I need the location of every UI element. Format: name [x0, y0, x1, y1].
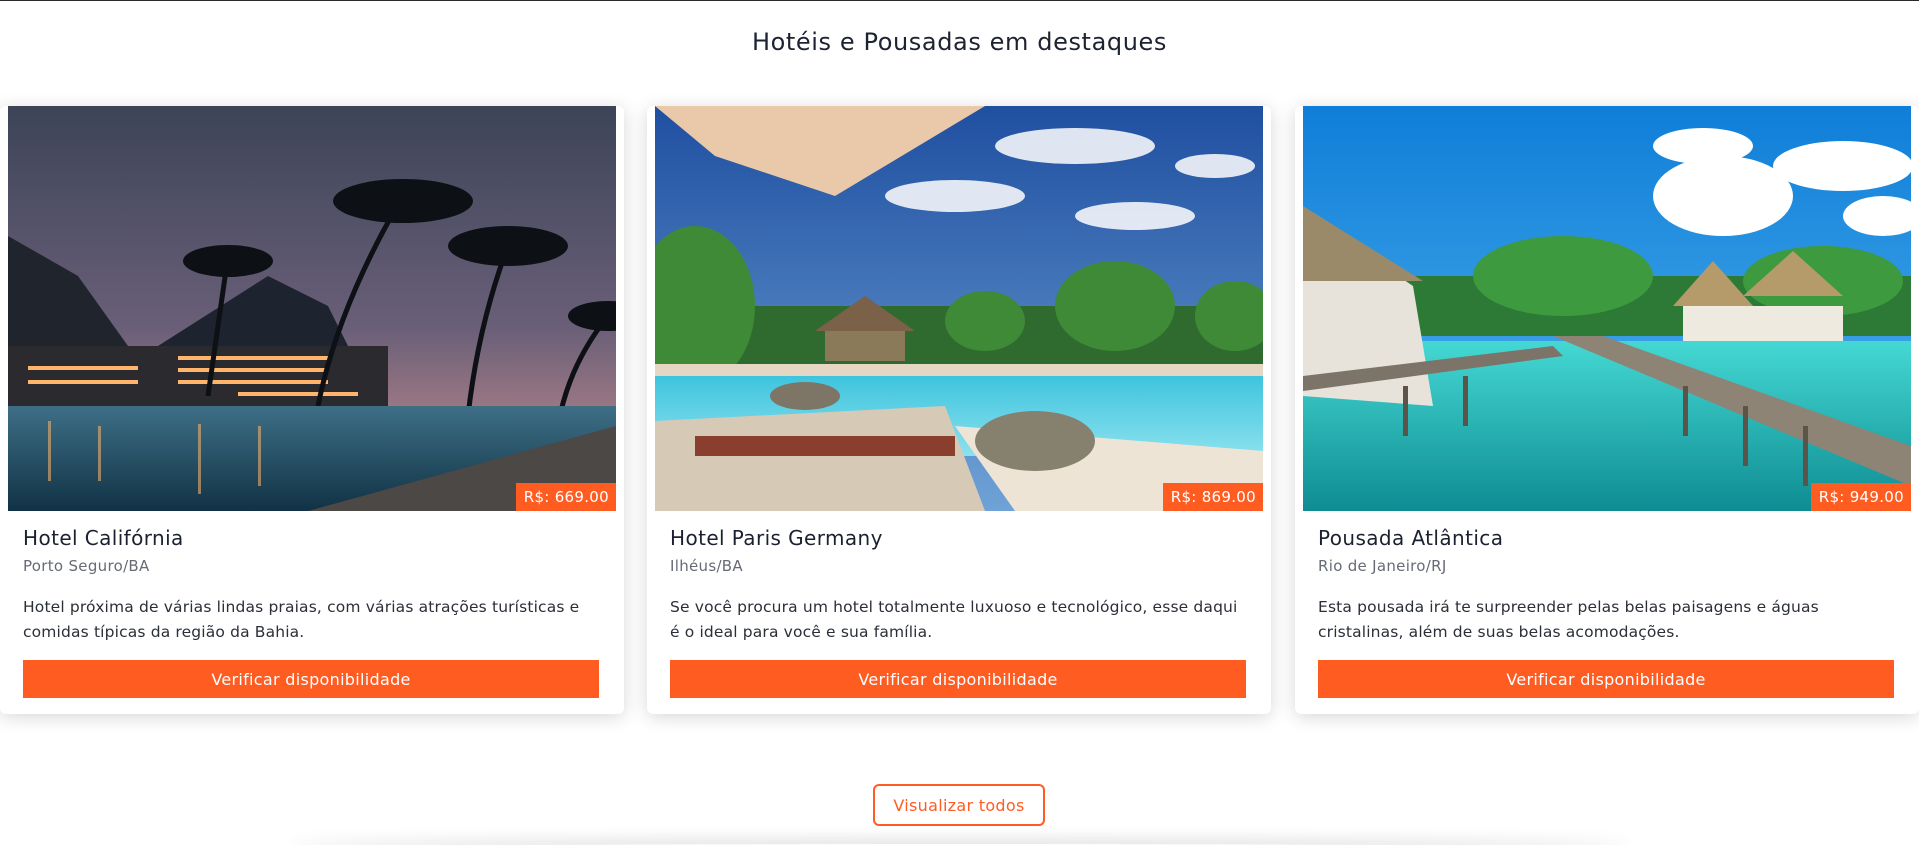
resort-pool-umbrella-photo: R$: 869.00: [655, 106, 1263, 511]
section-title: Hotéis e Pousadas em destaques: [751, 28, 1167, 56]
hotel-name: Hotel Paris Germany: [670, 526, 883, 550]
price-badge: R$: 869.00: [1162, 483, 1263, 511]
price-badge: R$: 669.00: [515, 483, 616, 511]
check-availability-button[interactable]: Verificar disponibilidade: [23, 660, 599, 698]
hotel-description: Se você procura um hotel totalmente luxu…: [670, 598, 1238, 641]
view-all-button[interactable]: Visualizar todos: [873, 784, 1045, 826]
hotel-location: Porto Seguro/BA: [23, 557, 150, 575]
check-availability-button[interactable]: Verificar disponibilidade: [670, 660, 1246, 698]
hotel-description: Hotel próxima de várias lindas praias, c…: [23, 598, 580, 641]
hotel-name: Pousada Atlântica: [1318, 526, 1504, 550]
hotel-photo-image: [1303, 106, 1911, 511]
overwater-bungalow-photo: R$: 949.00: [1303, 106, 1911, 511]
hotel-card: R$: 869.00 Hotel Paris Germany Ilhéus/BA…: [647, 106, 1271, 714]
hotel-night-pool-photo: R$: 669.00: [8, 106, 616, 511]
hotel-location: Ilhéus/BA: [670, 557, 743, 575]
hotel-location: Rio de Janeiro/RJ: [1318, 557, 1447, 575]
hotel-photo-image: [655, 106, 1263, 511]
hotel-name: Hotel Califórnia: [23, 526, 184, 550]
hotel-card: R$: 949.00 Pousada Atlântica Rio de Jane…: [1295, 106, 1919, 714]
hotel-cards: R$: 669.00 Hotel Califórnia Porto Seguro…: [0, 106, 1919, 714]
check-availability-button[interactable]: Verificar disponibilidade: [1318, 660, 1894, 698]
price-badge: R$: 949.00: [1810, 483, 1911, 511]
hotel-photo-image: [8, 106, 616, 511]
hotel-card: R$: 669.00 Hotel Califórnia Porto Seguro…: [0, 106, 624, 714]
hotel-description: Esta pousada irá te surpreender pelas be…: [1318, 598, 1819, 641]
